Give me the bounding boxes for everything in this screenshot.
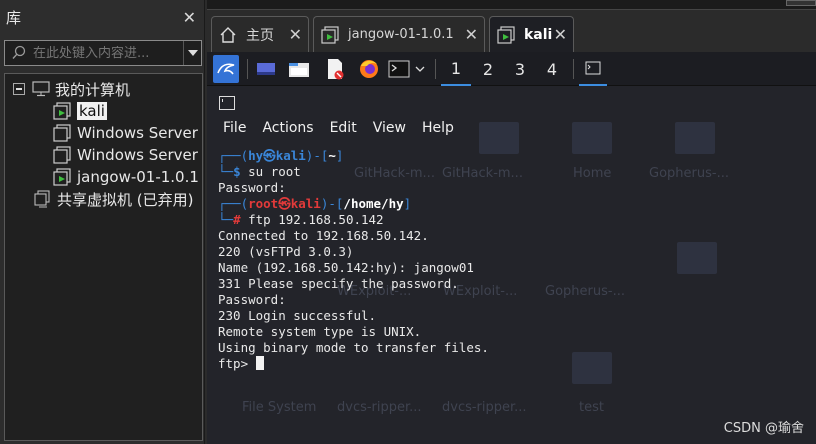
firefox-icon[interactable]	[357, 55, 381, 83]
menu-file[interactable]: File	[223, 120, 246, 136]
text-editor-icon[interactable]	[323, 55, 347, 83]
close-icon[interactable]: ✕	[289, 25, 302, 44]
panel-separator	[247, 59, 248, 79]
workspace-2-button[interactable]: 2	[473, 52, 503, 86]
workspace-4-button[interactable]: 4	[537, 52, 567, 86]
library-search[interactable]	[4, 40, 202, 66]
tree-root-label: 我的计算机	[55, 80, 131, 99]
close-icon[interactable]: ✕	[183, 8, 196, 27]
vm-running-icon	[496, 25, 516, 45]
close-icon[interactable]: ✕	[554, 25, 567, 44]
mini-control[interactable]	[786, 0, 816, 6]
terminal-menubar: File Actions Edit View Help	[223, 120, 454, 136]
vm-running-icon	[320, 25, 340, 45]
menu-help[interactable]: Help	[422, 120, 454, 136]
search-icon	[5, 45, 33, 61]
terminal-window-icon	[219, 96, 235, 110]
vm-icon	[53, 146, 73, 164]
prompt-line-cmd: └─# ftp 192.168.50.142	[218, 212, 384, 227]
vm-running-icon	[53, 168, 73, 186]
tree-item-label: Windows Server	[77, 124, 198, 142]
tree-item-windows-server[interactable]: Windows Server	[5, 144, 202, 166]
chevron-down-icon[interactable]	[413, 55, 427, 83]
computer-icon	[31, 80, 51, 98]
output-line: Using binary mode to transfer files.	[218, 340, 489, 355]
kali-panel: 1 2 3 4	[207, 52, 816, 86]
vm-display[interactable]: GitHack-m... GitHack-m... Home Gopherus-…	[207, 52, 816, 444]
menu-edit[interactable]: Edit	[330, 120, 357, 136]
vmware-window: 库 ✕ 我的计算机 kali	[0, 0, 816, 444]
file-manager-icon[interactable]	[287, 55, 311, 83]
tree-item-jangow[interactable]: jangow-01-1.0.1	[5, 166, 202, 188]
text-cursor	[255, 356, 264, 370]
vm-icon	[53, 124, 73, 142]
terminal-window[interactable]: File Actions Edit View Help ┌──(hy㉿kali)…	[207, 88, 816, 444]
output-line: Connected to 192.168.50.142.	[218, 228, 429, 243]
workspace-3-button[interactable]: 3	[505, 52, 535, 86]
home-icon	[218, 25, 238, 45]
tab-home[interactable]: 主页 ✕	[211, 16, 309, 52]
workspace-preview-icon[interactable]	[255, 55, 277, 83]
ftp-prompt-line[interactable]: ftp>	[218, 356, 489, 372]
terminal-icon[interactable]	[387, 55, 411, 83]
tree-item-label: jangow-01-1.0.1	[77, 168, 199, 186]
output-line: Remote system type is UNIX.	[218, 324, 422, 339]
tree-item-shared-vms[interactable]: 共享虚拟机 (已弃用)	[5, 188, 202, 210]
watermark: CSDN @瑜舍	[723, 421, 804, 436]
chevron-down-icon[interactable]	[183, 41, 201, 65]
menu-actions[interactable]: Actions	[262, 120, 313, 136]
menu-view[interactable]: View	[373, 120, 406, 136]
output-line: 220 (vsFTPd 3.0.3)	[218, 244, 354, 259]
search-input[interactable]	[33, 45, 173, 61]
close-icon[interactable]: ✕	[465, 25, 478, 44]
prompt-line-cmd: └─$ su root	[218, 164, 301, 179]
library-header: 库 ✕	[0, 0, 204, 34]
collapse-icon[interactable]	[13, 83, 25, 95]
vm-running-icon	[53, 102, 73, 120]
workspace-1-button[interactable]: 1	[441, 52, 471, 86]
vm-tree: 我的计算机 kali Windows Server Windows Server	[4, 73, 203, 441]
tree-item-label: kali	[77, 102, 107, 120]
tab-label: jangow-01-1.0.1	[348, 27, 454, 42]
tab-jangow[interactable]: jangow-01-1.0.1 ✕	[313, 16, 485, 52]
shared-vm-icon	[33, 190, 53, 208]
prompt-line-top: ┌──(root㉿kali)-[/home/hy]	[218, 196, 412, 211]
tab-bar: 主页 ✕ jangow-01-1.0.1 ✕ kali ✕	[207, 0, 816, 52]
tab-label: kali	[524, 26, 553, 43]
taskbar-terminal-window[interactable]	[579, 52, 607, 86]
output-line: Password:	[218, 292, 286, 307]
tree-item-kali[interactable]: kali	[5, 100, 202, 122]
output-line: 230 Login successful.	[218, 308, 377, 323]
panel-separator	[573, 59, 574, 79]
tree-item-windows-server[interactable]: Windows Server	[5, 122, 202, 144]
library-title: 库	[6, 8, 22, 27]
tree-root-my-computer[interactable]: 我的计算机	[5, 78, 202, 100]
tree-item-label: 共享虚拟机 (已弃用)	[57, 190, 194, 209]
terminal-output[interactable]: ┌──(hy㉿kali)-[~] └─$ su root Password: ┌──(…	[218, 148, 489, 372]
tab-kali[interactable]: kali ✕	[489, 16, 574, 52]
output-line: Password:	[218, 180, 286, 195]
title-strip	[207, 0, 816, 10]
output-line: 331 Please specify the password.	[218, 276, 459, 291]
tree-item-label: Windows Server	[77, 146, 198, 164]
panel-separator	[435, 59, 436, 79]
prompt-line-top: ┌──(hy㉿kali)-[~]	[218, 148, 344, 163]
ftp-prompt: ftp>	[218, 356, 256, 371]
tab-label: 主页	[246, 27, 274, 44]
output-line: Name (192.168.50.142:hy): jangow01	[218, 260, 474, 275]
kali-menu-icon[interactable]	[213, 55, 239, 83]
library-panel: 库 ✕ 我的计算机 kali	[0, 0, 205, 444]
